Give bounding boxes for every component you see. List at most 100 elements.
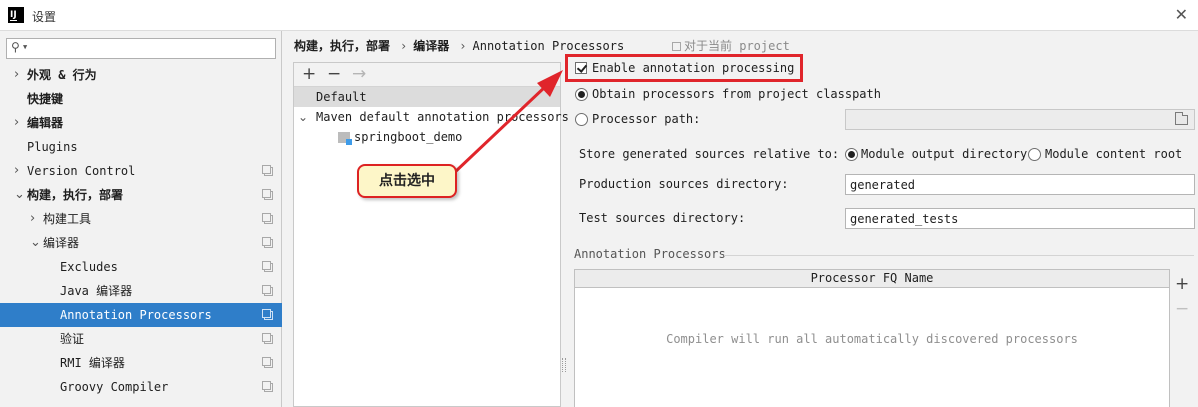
sidebar-item[interactable]: › 编辑器 — [0, 111, 282, 135]
sidebar-item[interactable]: 验证 — [0, 327, 282, 351]
settings-search-input[interactable] — [33, 40, 271, 57]
sidebar-item[interactable]: › 构建工具 — [0, 207, 282, 231]
chevron-down-icon[interactable]: ⌄ — [14, 183, 25, 207]
add-profile-button[interactable]: + — [302, 64, 316, 84]
chevron-right-icon[interactable]: › — [14, 111, 19, 135]
title-bar: IJ 设置 ✕ — [0, 0, 1198, 31]
chevron-right-icon[interactable]: › — [14, 63, 19, 87]
processors-table[interactable]: Processor FQ Name Compiler will run all … — [574, 269, 1170, 407]
annotation-processors-section-title: Annotation Processors — [574, 247, 726, 261]
settings-search-box[interactable]: ⚲ ▼ — [6, 38, 276, 59]
breadcrumb-part-current: Annotation Processors — [472, 39, 625, 53]
annotation-callout: 点击选中 — [357, 164, 457, 198]
chevron-down-icon[interactable]: ▼ — [23, 43, 27, 51]
profile-maven-label: Maven default annotation processors — [316, 110, 569, 124]
highlight-box — [565, 54, 803, 82]
processor-path-label: Processor path: — [592, 112, 701, 126]
window-title: 设置 — [32, 10, 57, 24]
module-label: springboot_demo — [354, 130, 463, 144]
processor-path-input[interactable] — [850, 112, 1190, 128]
processors-table-empty-text: Compiler will run all automatically disc… — [666, 332, 1078, 346]
test-sources-directory-input[interactable] — [850, 211, 1190, 227]
sidebar-item-label: RMI 编译器 — [60, 356, 125, 370]
sidebar-item-label: 外观 & 行为 — [27, 68, 97, 82]
module-content-root-label: Module content root — [1045, 147, 1183, 161]
project-scope-icon — [262, 213, 273, 224]
search-icon: ⚲ — [11, 40, 20, 54]
module-content-root-radio[interactable] — [1028, 148, 1041, 161]
processor-path-radio[interactable] — [575, 113, 588, 126]
sidebar-item[interactable]: ⌄ 编译器 — [0, 231, 282, 255]
sidebar-item[interactable]: RMI 编译器 — [0, 351, 282, 375]
profile-maven-default[interactable]: ⌄ Maven default annotation processors — [294, 107, 569, 127]
sidebar-item-label: 验证 — [60, 332, 85, 346]
project-scope-icon — [262, 165, 273, 176]
production-sources-directory-field[interactable] — [845, 174, 1195, 195]
sidebar-item-label: 构建，执行，部署 — [27, 188, 124, 202]
copy-icon — [672, 42, 681, 51]
remove-processor-button[interactable]: − — [1175, 299, 1189, 319]
chevron-right-icon[interactable]: › — [30, 207, 35, 231]
production-sources-directory-input[interactable] — [850, 177, 1190, 193]
panel-splitter-handle[interactable] — [562, 358, 566, 372]
project-scope-icon — [262, 261, 273, 272]
sidebar-item-label: 快捷键 — [27, 92, 64, 106]
sidebar-item-label: Java 编译器 — [60, 284, 133, 298]
remove-profile-button[interactable]: − — [327, 64, 341, 84]
sidebar-item-label: 构建工具 — [43, 212, 92, 226]
section-divider — [724, 255, 1194, 256]
move-to-profile-button[interactable]: → — [352, 64, 366, 84]
sidebar-item[interactable]: › Version Control — [0, 159, 282, 183]
profile-module-springboot-demo[interactable]: springboot_demo — [294, 127, 560, 147]
sidebar-item-label: Plugins — [27, 140, 78, 154]
chevron-down-icon[interactable]: ⌄ — [298, 107, 308, 127]
project-scope-icon — [262, 237, 273, 248]
sidebar-item[interactable]: Plugins — [0, 135, 282, 159]
production-sources-directory-label: Production sources directory: — [579, 177, 789, 191]
project-scope-label: 对于当前 project — [684, 39, 790, 53]
project-scope-note: 对于当前 project — [672, 37, 790, 54]
close-icon[interactable]: ✕ — [1175, 5, 1188, 24]
sidebar-item[interactable]: Groovy Compiler — [0, 375, 282, 399]
sidebar-item[interactable]: ⌄ 构建，执行，部署 — [0, 183, 282, 207]
obtain-from-classpath-label: Obtain processors from project classpath — [592, 87, 881, 101]
sidebar-item-label: Annotation Processors — [60, 308, 212, 322]
chevron-down-icon[interactable]: ⌄ — [30, 231, 41, 255]
project-scope-icon — [262, 285, 273, 296]
settings-sidebar: ⚲ ▼ › 外观 & 行为 快捷键 › 编辑器 Plugins › Version Contr… — [0, 31, 282, 407]
project-scope-icon — [262, 333, 273, 344]
settings-tree: › 外观 & 行为 快捷键 › 编辑器 Plugins › Version Control ⌄ 构… — [0, 63, 282, 399]
sidebar-item[interactable]: Annotation Processors — [0, 303, 282, 327]
breadcrumb-separator: › — [400, 39, 408, 53]
project-scope-icon — [262, 381, 273, 392]
sidebar-item[interactable]: 快捷键 — [0, 87, 282, 111]
sidebar-item[interactable]: Excludes — [0, 255, 282, 279]
add-processor-button[interactable]: + — [1175, 274, 1189, 294]
folder-icon[interactable] — [1175, 112, 1188, 125]
breadcrumb: 构建，执行，部署 › 编译器 › Annotation Processors — [294, 37, 624, 55]
sidebar-item[interactable]: › 外观 & 行为 — [0, 63, 282, 87]
store-generated-sources-label: Store generated sources relative to: — [579, 147, 840, 161]
chevron-right-icon[interactable]: › — [14, 159, 19, 183]
module-output-directory-radio[interactable] — [845, 148, 858, 161]
sidebar-item-label: 编译器 — [43, 236, 80, 250]
sidebar-item[interactable]: Java 编译器 — [0, 279, 282, 303]
profiles-panel: + − → Default ⌄ Maven default annotation… — [293, 62, 569, 407]
obtain-from-classpath-radio[interactable] — [575, 88, 588, 101]
sidebar-item-label: 编辑器 — [27, 116, 64, 130]
module-output-directory-label: Module output directory — [861, 147, 1028, 161]
profiles-toolbar: + − → — [294, 63, 560, 87]
processor-path-field[interactable] — [845, 109, 1195, 130]
sidebar-item-label: Version Control — [27, 164, 136, 178]
project-scope-icon — [262, 309, 273, 320]
intellij-logo-icon: IJ — [8, 7, 24, 23]
test-sources-directory-field[interactable] — [845, 208, 1195, 229]
module-icon — [338, 132, 352, 145]
sidebar-item-label: Excludes — [60, 260, 118, 274]
breadcrumb-separator: › — [459, 39, 467, 53]
profile-default[interactable]: Default — [294, 87, 560, 107]
breadcrumb-part-build[interactable]: 构建，执行，部署 — [294, 39, 390, 53]
breadcrumb-part-compiler[interactable]: 编译器 — [413, 39, 449, 53]
sidebar-item-label: Groovy Compiler — [60, 380, 169, 394]
processor-fq-name-column-header[interactable]: Processor FQ Name — [575, 270, 1169, 288]
